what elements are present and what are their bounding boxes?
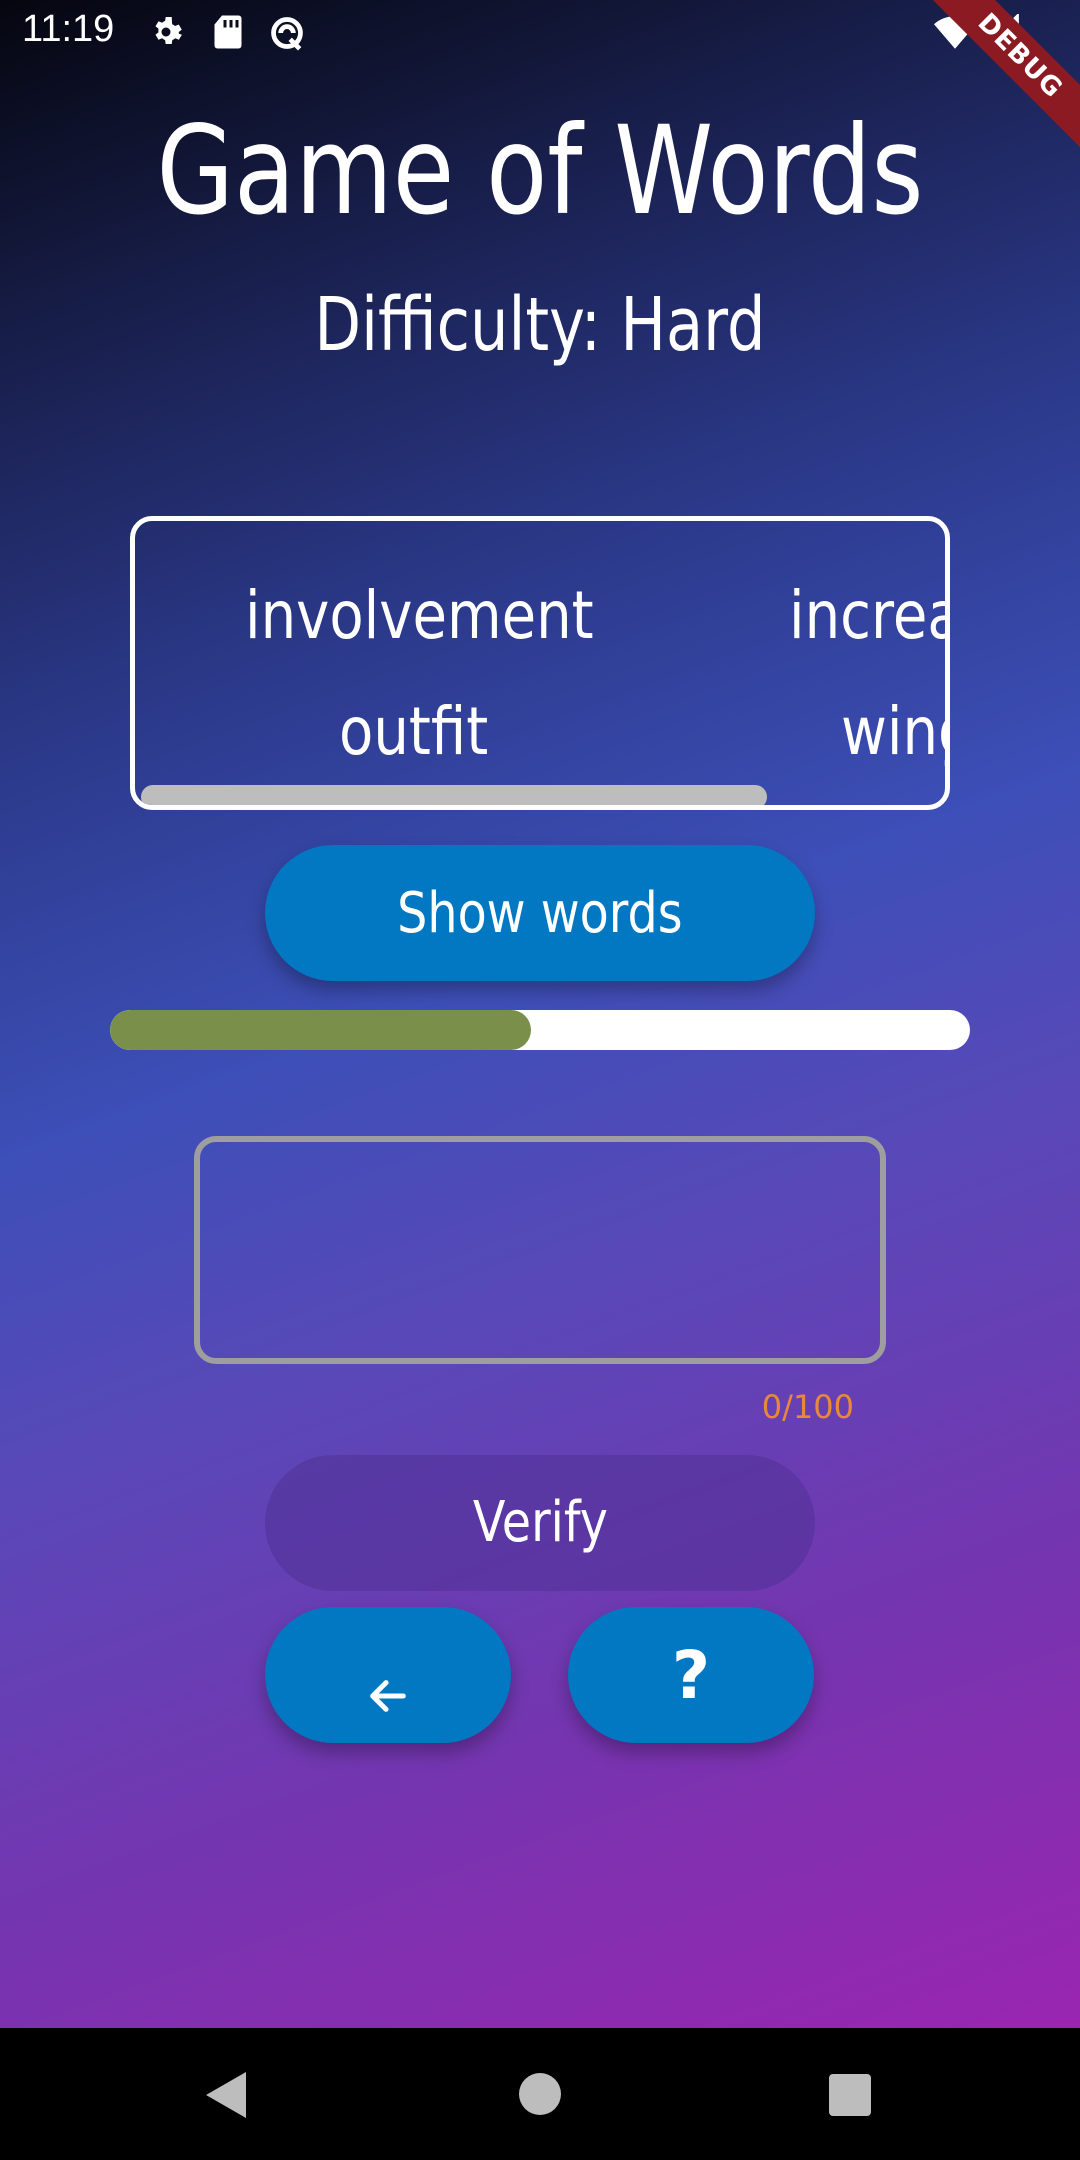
- gear-icon: [148, 14, 184, 54]
- character-counter: 0/100: [761, 1388, 854, 1426]
- back-button[interactable]: [265, 1607, 511, 1743]
- show-words-button[interactable]: Show words: [265, 845, 815, 981]
- help-label: ?: [671, 1637, 711, 1714]
- verify-button[interactable]: Verify: [265, 1455, 815, 1591]
- show-words-label: Show words: [397, 881, 683, 946]
- page-title: Game of Words: [156, 100, 924, 242]
- word-item: outfit: [339, 693, 489, 770]
- app-screen: 11:19 DEBUG Game of Words Difficulty: Ha…: [0, 0, 1080, 2160]
- system-nav-bar: [0, 2028, 1080, 2160]
- verify-label: Verify: [472, 1490, 608, 1555]
- sd-card-icon: [212, 14, 244, 54]
- progress-fill: [110, 1010, 532, 1050]
- word-item: increa: [789, 577, 950, 654]
- status-time: 11:19: [22, 8, 115, 50]
- answer-input[interactable]: [194, 1136, 886, 1364]
- difficulty-label: Difficulty: Hard: [314, 282, 766, 368]
- home-circle-icon[interactable]: [518, 2072, 562, 2120]
- progress-bar: [110, 1010, 970, 1050]
- words-panel[interactable]: involvement increa outfit wing: [130, 516, 950, 810]
- recents-square-icon[interactable]: [828, 2073, 872, 2121]
- horizontal-scrollbar[interactable]: [141, 785, 767, 805]
- word-item: involvement: [245, 577, 594, 654]
- arrow-left-icon: [362, 1673, 414, 1723]
- back-triangle-icon[interactable]: [204, 2070, 248, 2124]
- word-item: wing: [841, 693, 945, 770]
- sync-icon: [268, 14, 306, 56]
- status-bar: 11:19 DEBUG: [0, 0, 1080, 164]
- help-button[interactable]: ?: [568, 1607, 814, 1743]
